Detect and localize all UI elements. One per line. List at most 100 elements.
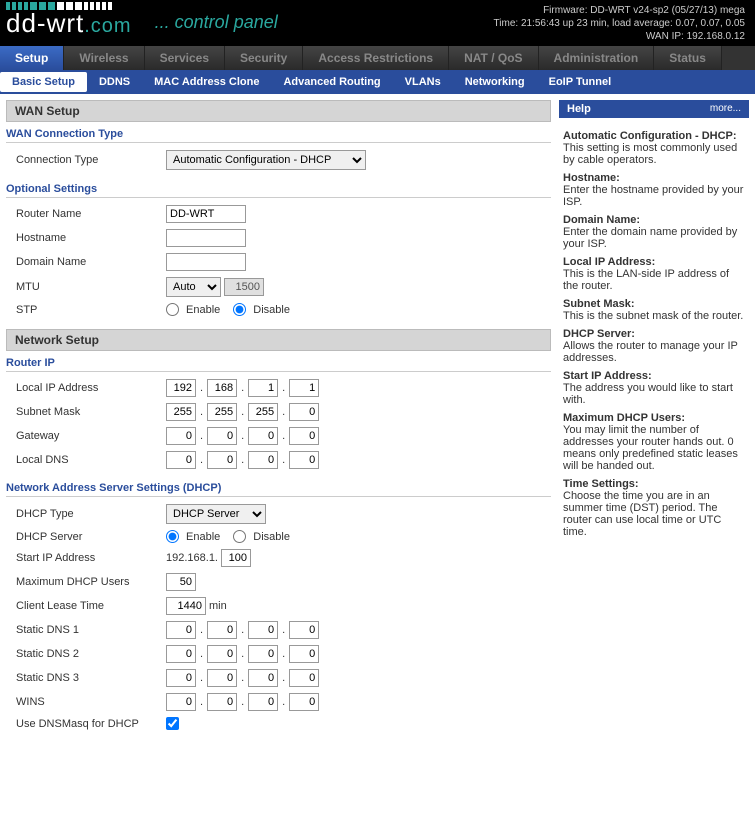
local-ip-2[interactable] [207,379,237,397]
lease-time-input[interactable] [166,597,206,615]
domain-name-input[interactable] [166,253,246,271]
router-ip-legend: Router IP [6,357,551,372]
help-term: Hostname: [563,172,745,184]
static-dns2-label: Static DNS 2 [16,648,166,660]
dns-2[interactable] [207,451,237,469]
dns-1[interactable] [166,451,196,469]
sdns2-2[interactable] [207,645,237,663]
start-ip-input[interactable] [221,549,251,567]
help-more-link[interactable]: more... [710,103,741,115]
disable-label: Disable [253,304,290,316]
gw-3[interactable] [248,427,278,445]
sdns1-1[interactable] [166,621,196,639]
dhcp-legend: Network Address Server Settings (DHCP) [6,482,551,497]
sdns3-3[interactable] [248,669,278,687]
wan-setup-title: WAN Setup [6,100,551,122]
max-dhcp-input[interactable] [166,573,196,591]
dhcp-type-select[interactable]: DHCP Server [166,504,266,524]
subnet-mask-label: Subnet Mask [16,406,166,418]
tab-security[interactable]: Security [225,46,303,70]
help-title: Help more... [559,100,749,118]
sdns2-3[interactable] [248,645,278,663]
tab-setup[interactable]: Setup [0,46,64,70]
mtu-value-input [224,278,264,296]
dhcp-disable-radio[interactable] [233,530,246,543]
sdns3-4[interactable] [289,669,319,687]
help-desc: Enter the domain name provided by your I… [563,226,745,250]
dhcp-type-label: DHCP Type [16,508,166,520]
subtab-vlans[interactable]: VLANs [393,72,453,92]
dns-4[interactable] [289,451,319,469]
help-body: Automatic Configuration - DHCP:This sett… [559,118,749,548]
sdns2-1[interactable] [166,645,196,663]
subtab-ddns[interactable]: DDNS [87,72,142,92]
dns-3[interactable] [248,451,278,469]
help-term: DHCP Server: [563,328,745,340]
local-ip-4[interactable] [289,379,319,397]
lease-unit: min [209,600,227,612]
max-dhcp-label: Maximum DHCP Users [16,576,166,588]
gateway-label: Gateway [16,430,166,442]
wins-3[interactable] [248,693,278,711]
wins-2[interactable] [207,693,237,711]
local-ip-3[interactable] [248,379,278,397]
wan-conn-type-legend: WAN Connection Type [6,128,551,143]
sdns3-1[interactable] [166,669,196,687]
sdns2-4[interactable] [289,645,319,663]
subtab-eoip-tunnel[interactable]: EoIP Tunnel [537,72,624,92]
sdns1-2[interactable] [207,621,237,639]
gw-4[interactable] [289,427,319,445]
stp-disable-radio[interactable] [233,303,246,316]
dnsmasq-label: Use DNSMasq for DHCP [16,718,166,730]
stp-enable-radio[interactable] [166,303,179,316]
tab-status[interactable]: Status [654,46,722,70]
network-setup-title: Network Setup [6,329,551,351]
mask-3[interactable] [248,403,278,421]
connection-type-select[interactable]: Automatic Configuration - DHCP [166,150,366,170]
help-term: Automatic Configuration - DHCP: [563,130,745,142]
gw-2[interactable] [207,427,237,445]
dhcp-enable-radio[interactable] [166,530,179,543]
help-term: Subnet Mask: [563,298,745,310]
local-ip-label: Local IP Address [16,382,166,394]
lease-time-label: Client Lease Time [16,600,166,612]
local-dns-label: Local DNS [16,454,166,466]
tab-access-restrictions[interactable]: Access Restrictions [303,46,449,70]
local-ip-1[interactable] [166,379,196,397]
subtab-basic-setup[interactable]: Basic Setup [0,72,87,92]
gw-1[interactable] [166,427,196,445]
subtab-advanced-routing[interactable]: Advanced Routing [271,72,392,92]
sdns3-2[interactable] [207,669,237,687]
static-dns3-label: Static DNS 3 [16,672,166,684]
mask-1[interactable] [166,403,196,421]
sdns1-3[interactable] [248,621,278,639]
wins-4[interactable] [289,693,319,711]
help-desc: You may limit the number of addresses yo… [563,424,745,472]
tab-nat-qos[interactable]: NAT / QoS [449,46,538,70]
mask-2[interactable] [207,403,237,421]
hostname-input[interactable] [166,229,246,247]
mtu-mode-select[interactable]: Auto [166,277,221,297]
help-term: Start IP Address: [563,370,745,382]
tab-administration[interactable]: Administration [539,46,655,70]
help-desc: Enter the hostname provided by your ISP. [563,184,745,208]
domain-name-label: Domain Name [16,256,166,268]
mask-4[interactable] [289,403,319,421]
router-name-input[interactable] [166,205,246,223]
help-desc: Choose the time you are in an summer tim… [563,490,745,538]
help-term: Time Settings: [563,478,745,490]
header: dd-wrt.com ... control panel Firmware: D… [0,0,755,46]
dnsmasq-checkbox[interactable] [166,717,179,730]
help-term: Domain Name: [563,214,745,226]
main-tabs: Setup Wireless Services Security Access … [0,46,755,70]
sdns1-4[interactable] [289,621,319,639]
help-desc: This is the LAN-side IP address of the r… [563,268,745,292]
connection-type-label: Connection Type [16,154,166,166]
router-name-label: Router Name [16,208,166,220]
tab-services[interactable]: Services [145,46,225,70]
subtab-mac-clone[interactable]: MAC Address Clone [142,72,271,92]
start-ip-prefix: 192.168.1. [166,552,218,564]
tab-wireless[interactable]: Wireless [64,46,144,70]
wins-1[interactable] [166,693,196,711]
subtab-networking[interactable]: Networking [453,72,537,92]
